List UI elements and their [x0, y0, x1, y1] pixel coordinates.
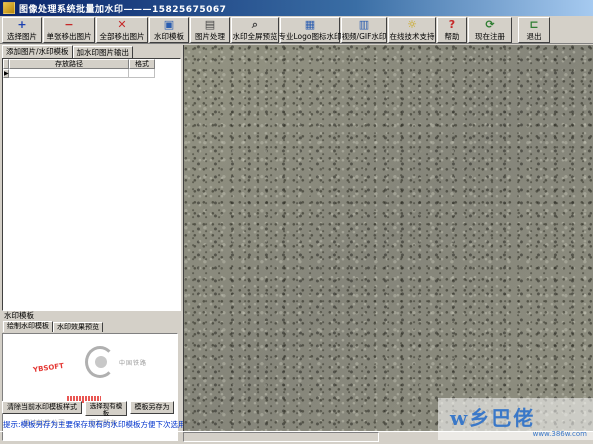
- column-path[interactable]: 存放路径: [9, 59, 129, 69]
- tab-effect-preview[interactable]: 水印效果预览: [53, 322, 103, 332]
- toolbar-button-1[interactable]: − 单张移出图片: [43, 17, 95, 43]
- film-icon: ▥: [358, 18, 370, 31]
- preview-red-text: YBSOFT: [32, 361, 65, 375]
- toolbar-button-label: 专业Logo图标水印: [278, 32, 342, 41]
- exit-icon: ⊏: [529, 18, 539, 31]
- toolbar: + 选择图片 − 单张移出图片 ✕ 全部移出图片 ▣ 水印模板 ▤ 图片处理 ⌕ 水印全屏预览 ▦ 专业L…: [0, 16, 593, 44]
- toolbar-button-label: 单张移出图片: [46, 32, 92, 41]
- left-pane: 添加图片/水印模板 加水印图片输出 存放路径 格式 ▶ 水印模板 绘制水印模板 …: [0, 45, 182, 444]
- template-buttons: 清除当前水印模板样式 选择现有模板 模板另存为: [2, 401, 180, 416]
- toolbar-button-9[interactable]: ? 帮助: [437, 17, 467, 43]
- toolbar-button-8[interactable]: ☼ 在线技术支持: [388, 17, 436, 43]
- toolbar-button-11[interactable]: ⊏ 退出: [518, 17, 550, 43]
- cell-format[interactable]: [129, 69, 155, 78]
- table-row[interactable]: ▶: [3, 69, 180, 78]
- toolbar-button-label: 全部移出图片: [99, 32, 145, 41]
- lightbulb-icon: ☼: [407, 18, 417, 31]
- toolbar-button-label: 图片处理: [195, 32, 225, 41]
- image-canvas[interactable]: [183, 45, 593, 431]
- grid-header: 存放路径 格式: [3, 59, 180, 69]
- tab-draw-template[interactable]: 绘制水印模板: [3, 321, 53, 332]
- toolbar-button-10[interactable]: ⟳ 现在注册: [468, 17, 512, 43]
- toolbar-button-5[interactable]: ⌕ 水印全屏预览: [231, 17, 279, 43]
- watermark-section-label: 水印模板: [4, 311, 34, 320]
- save-icon: ▣: [163, 18, 175, 31]
- status-field: [183, 432, 379, 442]
- toolbar-button-4[interactable]: ▤ 图片处理: [190, 17, 230, 43]
- watermark-tabs: 绘制水印模板 水印效果预览: [0, 321, 182, 332]
- tab-add-images[interactable]: 添加图片/水印模板: [2, 45, 73, 58]
- document-icon: ▤: [204, 18, 216, 31]
- toolbar-button-label: 在线技术支持: [389, 32, 435, 41]
- app-icon: [3, 2, 15, 14]
- window-title: 图像处理系统批量加水印———15825675067: [19, 4, 227, 15]
- refresh-icon: ⟳: [485, 18, 495, 31]
- image-icon: ▦: [304, 18, 316, 31]
- toolbar-button-2[interactable]: ✕ 全部移出图片: [96, 17, 148, 43]
- minus-icon: −: [64, 18, 74, 31]
- site-watermark: w乡巴佬 www.386w.com: [438, 398, 593, 440]
- toolbar-button-7[interactable]: ▥ 视频/GIF水印: [341, 17, 387, 43]
- cell-path[interactable]: [9, 69, 129, 78]
- image-list-grid[interactable]: 存放路径 格式 ▶: [2, 58, 181, 311]
- toolbar-button-label: 水印模板: [154, 32, 184, 41]
- clear-template-button[interactable]: 清除当前水印模板样式: [2, 401, 82, 414]
- toolbar-button-label: 水印全屏预览: [232, 32, 278, 41]
- toolbar-button-label: 帮助: [444, 32, 460, 41]
- plus-icon: +: [17, 18, 27, 31]
- toolbar-button-label: 现在注册: [475, 32, 505, 41]
- help-icon: ?: [448, 18, 456, 31]
- left-tabs: 添加图片/水印模板 加水印图片输出: [0, 45, 182, 58]
- cross-icon: ✕: [117, 18, 127, 31]
- toolbar-button-6[interactable]: ▦ 专业Logo图标水印: [278, 17, 342, 43]
- toolbar-button-0[interactable]: + 选择图片: [2, 17, 42, 43]
- select-template-button[interactable]: 选择现有模板: [85, 401, 127, 416]
- tab-output[interactable]: 加水印图片输出: [72, 46, 134, 58]
- app-window: 图像处理系统批量加水印———15825675067 + 选择图片 − 单张移出图片 ✕ 全…: [0, 0, 593, 444]
- save-template-as-button[interactable]: 模板另存为: [130, 401, 174, 414]
- toolbar-button-label: 选择图片: [7, 32, 37, 41]
- preview-logo-text: 中国铁路: [119, 360, 148, 367]
- site-watermark-text: w乡巴佬: [450, 406, 536, 430]
- preview-logo-core: [95, 356, 107, 368]
- title-bar: 图像处理系统批量加水印———15825675067: [0, 0, 593, 16]
- toolbar-button-3[interactable]: ▣ 水印模板: [149, 17, 189, 43]
- toolbar-button-label: 退出: [526, 32, 542, 41]
- toolbar-button-label: 视频/GIF水印: [341, 32, 387, 41]
- column-format[interactable]: 格式: [129, 59, 155, 69]
- site-watermark-url: www.386w.com: [532, 430, 587, 438]
- magnify-icon: ⌕: [251, 18, 259, 31]
- toolbar-separator: [513, 17, 517, 42]
